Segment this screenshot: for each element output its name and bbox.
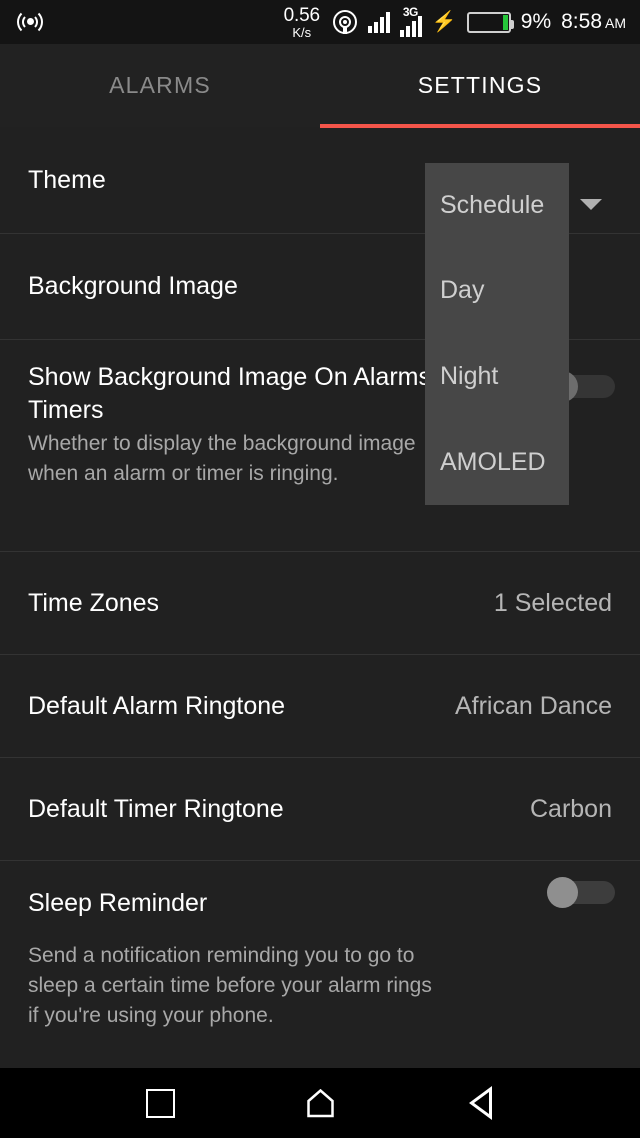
status-bar: 0.56 K/s 3G ⚡ 9% 8:58 AM [0,0,640,44]
setting-row-time-zones[interactable]: Time Zones 1 Selected [0,552,640,655]
tab-bar: ALARMS SETTINGS [0,44,640,127]
status-bar-left [14,0,46,44]
dropdown-option-night[interactable]: Night [440,334,569,419]
setting-title-default-timer-ringtone: Default Timer Ringtone [28,795,284,823]
status-bar-clock: 8:58 AM [561,10,626,34]
setting-title-sleep-reminder: Sleep Reminder [28,889,208,917]
setting-row-default-alarm-ringtone[interactable]: Default Alarm Ringtone African Dance [0,655,640,758]
setting-value-default-alarm-ringtone: African Dance [454,692,612,720]
square-recents-icon [145,1088,175,1118]
network-speed-value: 0.56 [283,4,320,26]
hotspot-icon [332,9,358,35]
wifi-broadcast-icon [14,9,46,35]
dropdown-option-amoled[interactable]: AMOLED [440,420,569,505]
signal-bars-3g-icon: 3G [399,5,422,37]
back-triangle-icon [468,1086,492,1120]
signal-bars-icon [367,11,390,33]
nav-back-button[interactable] [400,1068,560,1138]
clock-time: 8:58 [561,10,602,33]
toggle-knob [547,877,578,908]
nav-home-button[interactable] [240,1068,400,1138]
dropdown-option-schedule[interactable]: Schedule [440,163,569,248]
battery-percent: 9% [520,10,552,33]
network-speed: 0.56 K/s [284,6,320,39]
battery-icon [466,11,514,33]
setting-row-sleep-reminder[interactable]: Sleep Reminder Send a notification remin… [0,861,640,1041]
setting-title-time-zones: Time Zones [28,589,160,617]
setting-desc-sleep-reminder: Send a notification reminding you to go … [28,944,432,1027]
setting-title-default-alarm-ringtone: Default Alarm Ringtone [28,692,286,720]
status-bar-right: 0.56 K/s 3G ⚡ 9% 8:58 AM [284,0,626,44]
android-navigation-bar [0,1068,640,1138]
home-icon [306,1088,335,1118]
setting-title-background-image: Background Image [28,272,238,300]
tab-settings[interactable]: SETTINGS [320,44,640,127]
nav-recents-button[interactable] [80,1068,240,1138]
clock-ampm: AM [605,15,626,31]
setting-title-theme: Theme [28,166,106,194]
tab-alarms[interactable]: ALARMS [0,44,320,127]
setting-value-default-timer-ringtone: Carbon [530,795,612,823]
charging-bolt-icon: ⚡ [431,11,457,33]
setting-value-time-zones: 1 Selected [493,589,612,617]
toggle-sleep-reminder[interactable] [547,877,615,908]
dropdown-option-day[interactable]: Day [440,248,569,333]
network-type-label: 3G [402,5,419,19]
setting-row-default-timer-ringtone[interactable]: Default Timer Ringtone Carbon [0,758,640,861]
theme-dropdown-menu[interactable]: Schedule Day Night AMOLED [425,163,569,505]
chevron-down-icon[interactable] [580,199,602,210]
network-speed-unit: K/s [292,24,312,40]
